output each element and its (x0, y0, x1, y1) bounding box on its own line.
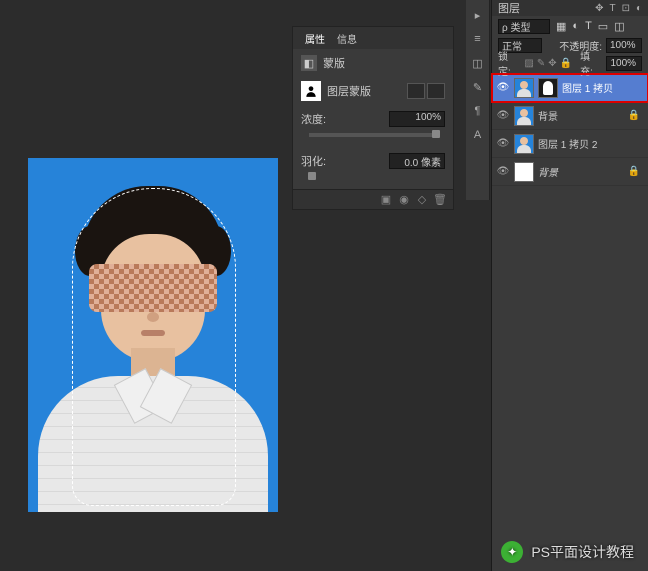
mask-thumb-row: 图层蒙版 (293, 77, 453, 105)
vertical-dock: ▸ ≡ ◫ ✎ ¶ A (466, 0, 490, 200)
density-row: 浓度: 100% (293, 105, 453, 133)
toggle-mask-icon[interactable]: ◉ (397, 193, 411, 207)
properties-tabs: 属性 信息 (293, 27, 453, 49)
lock-paint-icon[interactable]: ✎ (537, 58, 545, 69)
layer-name: 背景 (538, 164, 558, 179)
brush-icon[interactable]: ✎ (471, 80, 485, 94)
density-value[interactable]: 100% (389, 111, 445, 127)
layer-mask-thumbnail[interactable] (538, 78, 558, 98)
char-icon[interactable]: ¶ (471, 104, 485, 118)
vector-mask-button[interactable] (427, 83, 445, 99)
feather-row: 羽化: 0.0 像素 (293, 147, 453, 175)
header-tool-icons: ✥ T ⊡ ◐ (595, 3, 642, 14)
properties-footer: ▣ ◉ ◇ 🗑 (293, 189, 453, 209)
layer-name: 图层 1 拷贝 2 (538, 136, 597, 151)
filter-icon-adjust[interactable]: ◐ (572, 20, 579, 32)
watermark: ✦ PS平面设计教程 (501, 541, 634, 563)
fill-label: 填充: (580, 48, 602, 78)
filter-icon-smart[interactable]: ◫ (614, 20, 624, 33)
layer-row[interactable]: 👁 背景 🔒 (492, 158, 648, 186)
history-icon[interactable]: ≡ (471, 32, 485, 46)
properties-type-row: ◧ 蒙版 (293, 49, 453, 77)
layers-header: 图层 ✥ T ⊡ ◐ (492, 0, 648, 16)
tab-info[interactable]: 信息 (331, 31, 363, 46)
portrait-nose (147, 312, 159, 322)
visibility-toggle[interactable]: 👁 (496, 110, 510, 121)
swatches-icon[interactable]: ◫ (471, 56, 485, 70)
filter-icon-shape[interactable]: ▭ (598, 20, 608, 33)
layer-row[interactable]: 👁 图层 1 拷贝 (492, 74, 648, 102)
portrait-mouth (141, 330, 165, 336)
feather-slider[interactable] (309, 175, 313, 179)
layer-thumbnail[interactable] (514, 106, 534, 126)
shape-tool-icon[interactable]: ◐ (636, 3, 642, 14)
mask-thumbnail[interactable] (301, 81, 321, 101)
opacity-value[interactable]: 100% (606, 38, 642, 53)
layer-name: 图层 1 拷贝 (562, 80, 613, 95)
delete-mask-icon[interactable]: 🗑 (433, 193, 447, 207)
pixel-mask-button[interactable] (407, 83, 425, 99)
app-workspace: 属性 信息 ◧ 蒙版 图层蒙版 浓度: 100% 羽化: 0.0 像素 (0, 0, 648, 571)
mask-type-icon: ◧ (301, 55, 317, 71)
canvas[interactable] (28, 158, 278, 512)
dock-icon-1[interactable]: ▸ (471, 8, 485, 22)
lock-fill-row: 锁定: ▨ ✎ ✥ 🔒 填充: 100% (492, 54, 648, 72)
feather-label: 羽化: (301, 153, 326, 169)
layer-thumbnail[interactable] (514, 134, 534, 154)
filter-icon-text[interactable]: T (585, 20, 592, 32)
invert-mask-icon[interactable]: ◇ (415, 193, 429, 207)
visibility-toggle[interactable]: 👁 (496, 138, 510, 149)
layer-name: 背景 (538, 108, 558, 123)
lock-label: 锁定: (498, 48, 520, 78)
layer-thumbnail[interactable] (514, 162, 534, 182)
portrait-image (48, 166, 258, 506)
move-tool-icon[interactable]: ✥ (595, 3, 603, 14)
layer-thumbnail[interactable] (514, 78, 534, 98)
path-tool-icon[interactable]: ⊡ (622, 3, 630, 14)
tab-properties[interactable]: 属性 (299, 31, 331, 46)
lock-transparent-icon[interactable]: ▨ (524, 58, 533, 69)
visibility-toggle[interactable]: 👁 (496, 166, 510, 177)
type-tool-icon[interactable]: T (609, 3, 615, 14)
layer-list: 👁 图层 1 拷贝 👁 背景 🔒 👁 图层 1 拷贝 2 👁 背景 🔒 (492, 72, 648, 188)
wechat-icon: ✦ (501, 541, 523, 563)
layer-row[interactable]: 👁 图层 1 拷贝 2 (492, 130, 648, 158)
visibility-toggle[interactable]: 👁 (496, 82, 510, 93)
layers-title: 图层 (498, 0, 520, 16)
layers-panel: 图层 ✥ T ⊡ ◐ ρ 类型 ▦ ◐ T ▭ ◫ 正常 不透明度: 100% … (491, 0, 648, 571)
type-filter-select[interactable]: ρ 类型 (498, 19, 550, 34)
watermark-text: PS平面设计教程 (531, 542, 634, 562)
fill-value[interactable]: 100% (606, 56, 642, 71)
density-label: 浓度: (301, 111, 326, 127)
filter-icon-image[interactable]: ▦ (556, 20, 566, 33)
feather-value[interactable]: 0.0 像素 (389, 153, 445, 169)
lock-move-icon[interactable]: ✥ (548, 58, 556, 69)
paragraph-icon[interactable]: A (471, 128, 485, 142)
lock-all-icon[interactable]: 🔒 (560, 58, 572, 69)
lock-icon[interactable]: 🔒 (628, 166, 640, 177)
lock-icon[interactable]: 🔒 (628, 110, 640, 121)
apply-mask-icon[interactable]: ▣ (379, 193, 393, 207)
layers-filter-row: ρ 类型 ▦ ◐ T ▭ ◫ (492, 16, 648, 36)
layer-row[interactable]: 👁 背景 🔒 (492, 102, 648, 130)
density-slider[interactable] (309, 133, 437, 137)
mask-type-label: 蒙版 (323, 55, 345, 71)
mask-label: 图层蒙版 (327, 83, 371, 99)
properties-panel: 属性 信息 ◧ 蒙版 图层蒙版 浓度: 100% 羽化: 0.0 像素 (292, 26, 454, 210)
portrait-mosaic-eyes (89, 264, 217, 312)
